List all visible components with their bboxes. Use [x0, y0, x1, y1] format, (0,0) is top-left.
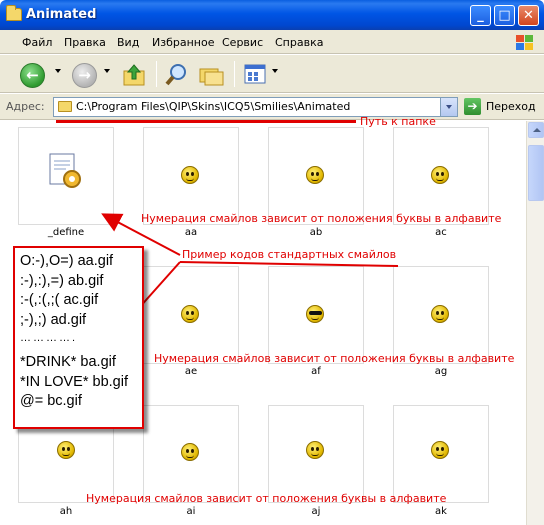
code-line: *DRINK* ba.gif [20, 354, 116, 370]
code-line: :-),:),=) ab.gif [20, 272, 104, 289]
annotation-underline [179, 261, 399, 267]
smiley-code-list: O:-),O=) aa.gif :-),:),=) ab.gif :-(,:(,… [13, 246, 144, 429]
code-line: …………. [20, 332, 78, 344]
code-line: O:-),O=) aa.gif [20, 253, 114, 269]
code-line: *IN LOVE* bb.gif [20, 373, 128, 390]
code-line: :-(,:(,;( ac.gif [20, 292, 99, 308]
code-line: ;-),;) ad.gif [20, 311, 87, 328]
code-line: @= bc.gif [20, 393, 82, 409]
